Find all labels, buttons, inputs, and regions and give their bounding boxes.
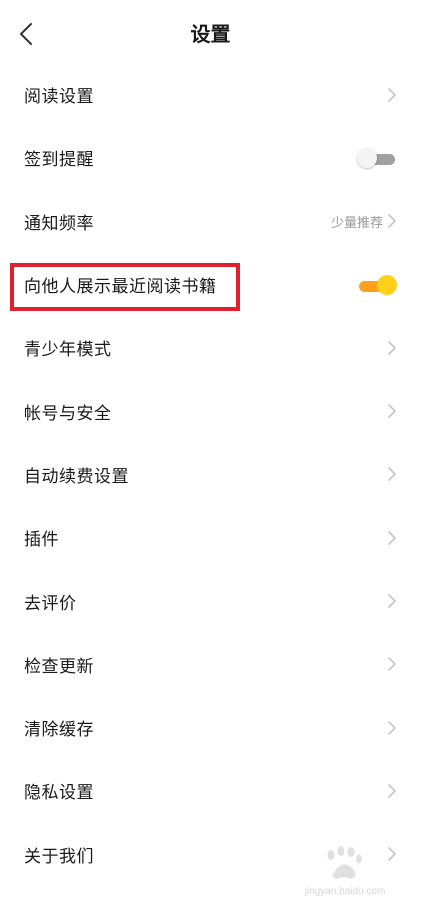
chevron-right-icon <box>388 720 396 735</box>
setting-label: 青少年模式 <box>24 340 112 361</box>
chevron-right-icon <box>388 341 396 355</box>
setting-checkin-reminder: 签到提醒 <box>0 126 421 189</box>
chevron-right-icon <box>388 467 396 482</box>
checkin-reminder-toggle[interactable] <box>357 147 397 168</box>
chevron-right-icon <box>388 847 396 862</box>
setting-teen-mode[interactable]: 青少年模式 <box>0 316 421 379</box>
show-recent-books-toggle[interactable] <box>357 274 397 295</box>
setting-label: 清除缓存 <box>24 720 94 741</box>
header: 设置 <box>0 0 421 68</box>
setting-label: 签到提醒 <box>24 150 94 171</box>
chevron-right-icon <box>388 657 396 672</box>
chevron-right-icon <box>388 404 396 418</box>
settings-list: 阅读设置 签到提醒 通知频率 少量推荐 向他人展示最近阅读书籍 青少年模式 帐号… <box>0 63 421 886</box>
setting-about-us[interactable]: 关于我们 <box>0 823 421 886</box>
setting-label: 自动续费设置 <box>24 466 129 487</box>
chevron-right-icon <box>388 784 396 798</box>
toggle-knob <box>377 274 397 295</box>
setting-account-security[interactable]: 帐号与安全 <box>0 379 421 442</box>
setting-label: 检查更新 <box>24 656 94 677</box>
setting-clear-cache[interactable]: 清除缓存 <box>0 696 421 759</box>
setting-notification-frequency[interactable]: 通知频率 少量推荐 <box>0 190 421 253</box>
chevron-right-icon <box>388 214 396 229</box>
toggle-knob <box>357 147 377 168</box>
chevron-right-icon <box>388 87 396 102</box>
setting-label: 去评价 <box>24 593 77 614</box>
setting-label: 隐私设置 <box>24 783 94 804</box>
setting-reading[interactable]: 阅读设置 <box>0 63 421 126</box>
setting-privacy[interactable]: 隐私设置 <box>0 759 421 822</box>
page-title: 设置 <box>190 22 231 46</box>
setting-show-recent-books: 向他人展示最近阅读书籍 <box>0 253 421 316</box>
chevron-right-icon <box>388 594 396 608</box>
setting-label: 阅读设置 <box>24 87 94 108</box>
setting-check-update[interactable]: 检查更新 <box>0 633 421 696</box>
setting-auto-renew[interactable]: 自动续费设置 <box>0 443 421 506</box>
setting-label: 关于我们 <box>24 846 94 867</box>
chevron-right-icon <box>388 530 396 545</box>
setting-label: 通知频率 <box>24 213 94 234</box>
notification-frequency-value: 少量推荐 <box>330 215 383 231</box>
setting-plugins[interactable]: 插件 <box>0 506 421 569</box>
setting-rate-app[interactable]: 去评价 <box>0 569 421 632</box>
watermark-text: jingyan.baidu.com <box>304 886 386 897</box>
setting-label: 帐号与安全 <box>24 403 112 424</box>
settings-page: 设置 阅读设置 签到提醒 通知频率 少量推荐 向他人展示最近阅读书籍 青少年模式… <box>0 0 421 907</box>
setting-label: 插件 <box>24 530 59 551</box>
setting-label: 向他人展示最近阅读书籍 <box>24 277 217 298</box>
